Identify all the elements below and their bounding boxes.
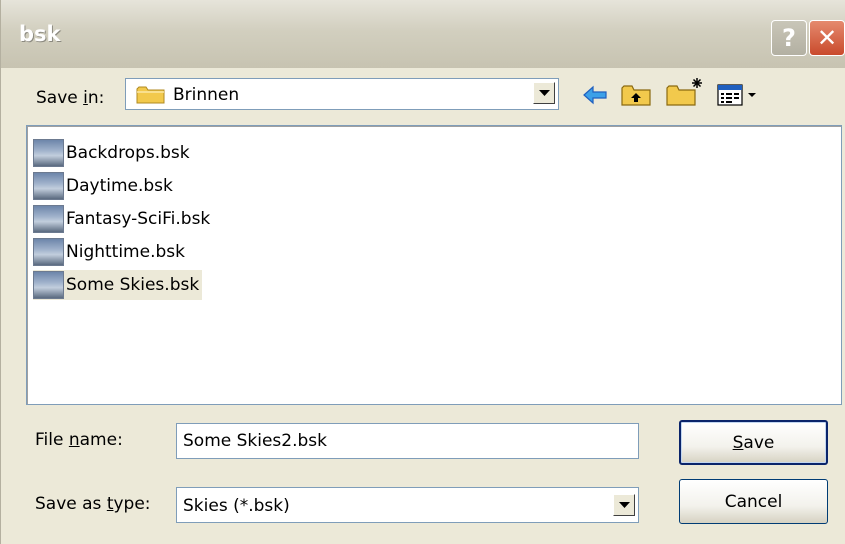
file-name-value[interactable]: Some Skies2.bsk (183, 431, 327, 451)
save-in-label: Save in: (36, 88, 105, 108)
cancel-button[interactable]: Cancel (679, 479, 828, 524)
sky-file-icon (33, 205, 64, 233)
save-as-type-dropdown[interactable]: Skies (*.bsk) (176, 487, 639, 523)
save-in-dropdown-arrow[interactable] (533, 82, 555, 104)
folder-icon (136, 85, 166, 109)
file-list[interactable]: Backdrops.bsk Daytime.bsk Fantasy-SciFi.… (26, 125, 842, 405)
save-as-type-value: Skies (*.bsk) (183, 496, 290, 516)
sky-file-icon (33, 139, 64, 167)
back-arrow-icon[interactable] (581, 80, 609, 110)
sky-file-icon (33, 271, 64, 299)
up-folder-icon[interactable] (619, 80, 653, 110)
list-item-selected[interactable]: Some Skies.bsk (33, 270, 203, 300)
help-icon: ? (782, 24, 796, 52)
close-button[interactable]: ✕ (809, 20, 845, 56)
save-as-type-label: Save as type: (35, 494, 151, 514)
save-in-dropdown[interactable]: Brinnen (125, 78, 559, 110)
sky-file-icon (33, 238, 64, 266)
new-folder-icon[interactable] (665, 76, 705, 108)
close-icon: ✕ (816, 24, 838, 52)
list-item[interactable]: Nighttime.bsk (33, 237, 188, 267)
sky-file-icon (33, 172, 64, 200)
window-title: bsk (19, 22, 61, 46)
save-as-type-dropdown-arrow[interactable] (613, 494, 635, 516)
list-item[interactable]: Fantasy-SciFi.bsk (33, 204, 213, 234)
list-item[interactable]: Backdrops.bsk (33, 138, 193, 168)
chevron-down-icon (538, 89, 550, 96)
list-item[interactable]: Daytime.bsk (33, 171, 176, 201)
save-button[interactable]: Save (679, 420, 828, 465)
help-button[interactable]: ? (771, 20, 807, 56)
file-name-label: File name: (35, 430, 123, 450)
view-menu-icon[interactable] (715, 80, 765, 110)
chevron-down-icon (618, 501, 630, 508)
file-name-field[interactable]: Some Skies2.bsk (176, 423, 639, 459)
title-bar[interactable]: bsk ? ✕ (1, 0, 845, 68)
save-in-value: Brinnen (173, 85, 240, 105)
save-dialog: bsk ? ✕ Save in: Brinnen Backdrops.bsk D… (0, 0, 845, 544)
